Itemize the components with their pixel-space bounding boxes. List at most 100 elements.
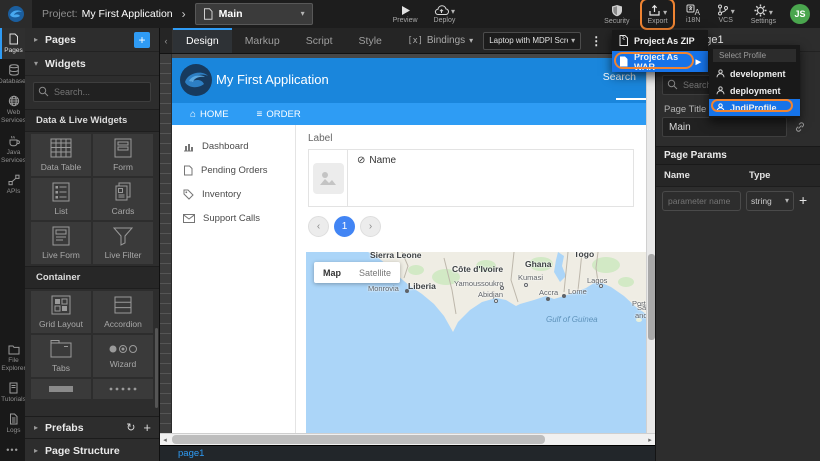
nav-order[interactable]: ≡ ORDER [257,109,301,120]
map-button[interactable]: Map [314,268,350,278]
profile-deployment[interactable]: deployment [709,82,800,99]
profile-jndiprofile[interactable]: JndiProfile [709,99,800,116]
security-button[interactable]: Security [604,0,629,28]
list-icon [51,182,71,202]
chevron-right-icon: ▸ [34,446,38,455]
rail-item-pages[interactable]: Pages [0,28,25,59]
deploy-button[interactable]: ▾ Deploy [434,0,456,28]
page-structure-header[interactable]: ▸ Page Structure [25,439,160,461]
widget-tile-live-form[interactable]: Live Form [31,222,91,264]
pagination-page-1[interactable]: 1 [334,216,355,237]
rail-item-tutorials[interactable]: Tutorials [0,377,25,408]
play-icon [400,5,411,16]
rail-item-logs[interactable]: Logs [0,408,25,439]
widget-tile-grid-layout[interactable]: Grid Layout [31,291,91,333]
page-tab-page1[interactable]: page1 [178,448,204,459]
canvas-horizontal-scrollbar[interactable]: ◂ ▸ [160,433,655,445]
left-panel-scrollbar[interactable] [155,328,158,408]
cards-icon [113,182,133,202]
app-logo[interactable] [0,0,32,28]
tab-design[interactable]: Design [173,28,232,53]
refresh-prefabs-icon[interactable]: ↻ [126,421,135,434]
profile-person-icon [716,69,725,78]
rail-more-icon[interactable]: ••• [0,439,25,461]
menu-item-dashboard[interactable]: Dashboard [172,134,295,158]
widget-tile-cards[interactable]: Cards [93,178,153,220]
widgets-section-header[interactable]: ▾ Widgets [25,52,159,76]
param-type-select[interactable]: string ▾ [746,191,794,211]
widget-tile-partial-left[interactable] [31,379,91,399]
menu-item-project-as-zip[interactable]: Project As ZIP [612,30,708,51]
canvas-vertical-scrollbar[interactable] [646,58,655,433]
rail-item-apis[interactable]: APIs [0,169,25,200]
rail-item-databases[interactable]: Databases [0,59,25,90]
widget-tile-live-filter[interactable]: Live Filter [93,222,153,264]
grid-layout-icon [51,295,71,315]
param-name-input[interactable] [662,191,741,211]
params-table-header: Name Type [656,165,820,187]
api-nodes-icon [8,174,20,186]
tab-markup[interactable]: Markup [232,28,293,53]
widget-tile-accordion[interactable]: Accordion [93,291,153,333]
more-options-icon[interactable]: ⋮ [590,28,602,53]
design-canvas-area: My First Application Search ⌂ HOME ≡ ORD… [160,54,655,433]
form-icon [113,138,133,158]
widget-tile-form[interactable]: Form [93,134,153,176]
pages-section-header[interactable]: ▸ Pages + [25,28,159,52]
funnel-icon [112,226,134,246]
left-panel: ▸ Pages + ▾ Widgets Data & Live Widgets … [25,28,160,461]
settings-button[interactable]: ▾ Settings [751,0,776,28]
pagination-next-button[interactable]: › [360,216,381,237]
bar-chart-icon [183,141,194,152]
prefabs-section-header[interactable]: ▸ Prefabs ↻ + [25,417,160,438]
add-prefab-icon[interactable]: + [143,420,151,435]
export-button[interactable]: ▾ Export [647,0,667,28]
left-rail: Pages Databases Web Services Java Servic… [0,28,25,461]
menu-item-project-as-war[interactable]: Project As WAR ▶ [612,51,708,72]
user-avatar[interactable]: JS [790,4,810,24]
satellite-button[interactable]: Satellite [350,268,400,278]
panel-icon [48,385,74,393]
widget-tile-list[interactable]: List [31,178,91,220]
nav-home[interactable]: ⌂ HOME [190,109,229,120]
rail-item-web-services[interactable]: Web Services [0,90,25,129]
page-selector-dropdown[interactable]: Main ▾ [195,3,313,25]
menu-item-inventory[interactable]: Inventory [172,182,295,206]
menu-item-support-calls[interactable]: Support Calls [172,206,295,230]
list-item-card[interactable]: ⊘ Name [308,149,634,207]
open-pages-bar: page1 [160,445,655,461]
i18n-button[interactable]: A i18N [686,0,701,28]
widget-tile-data-table[interactable]: Data Table [31,134,91,176]
preview-button[interactable]: Preview [393,0,418,28]
app-search-link[interactable]: Search [603,71,636,83]
scroll-left-arrow-icon[interactable]: ◂ [160,436,170,444]
rail-item-file-explorer[interactable]: File Explorer [0,339,25,377]
war-file-icon [619,56,628,67]
google-map-widget[interactable]: Map Satellite Sierra Leone Côte d'Ivoire… [306,252,646,433]
widget-tile-partial-right[interactable] [93,379,153,399]
device-selector-dropdown[interactable]: Laptop with MDPI Screen ▾ [483,32,581,50]
collapse-panel-button[interactable]: ‹ [160,28,173,53]
pagination-prev-button[interactable]: ‹ [308,216,329,237]
profile-person-icon [716,103,725,112]
menu-item-pending-orders[interactable]: Pending Orders [172,158,295,182]
accordion-icon [113,295,133,315]
add-param-button[interactable]: + [799,192,807,208]
add-page-button[interactable]: + [134,32,150,48]
label-widget: Label [308,133,637,144]
scroll-right-arrow-icon[interactable]: ▸ [645,436,655,444]
profile-development[interactable]: development [709,65,800,82]
tab-style[interactable]: Style [346,28,395,53]
map-type-control: Map Satellite [314,262,400,283]
search-icon [38,86,49,97]
branch-icon [717,4,729,16]
rail-item-java-services[interactable]: Java Services [0,130,25,169]
widget-search-input[interactable] [33,82,151,102]
bindings-button[interactable]: [x] Bindings ▾ [407,28,473,53]
bind-link-icon[interactable] [794,121,806,133]
vcs-button[interactable]: ▾ VCS [717,0,735,28]
tab-script[interactable]: Script [293,28,346,53]
page-title-input[interactable] [662,117,787,137]
widget-tile-tabs[interactable]: Tabs [31,335,91,377]
widget-tile-wizard[interactable]: Wizard [93,335,153,377]
